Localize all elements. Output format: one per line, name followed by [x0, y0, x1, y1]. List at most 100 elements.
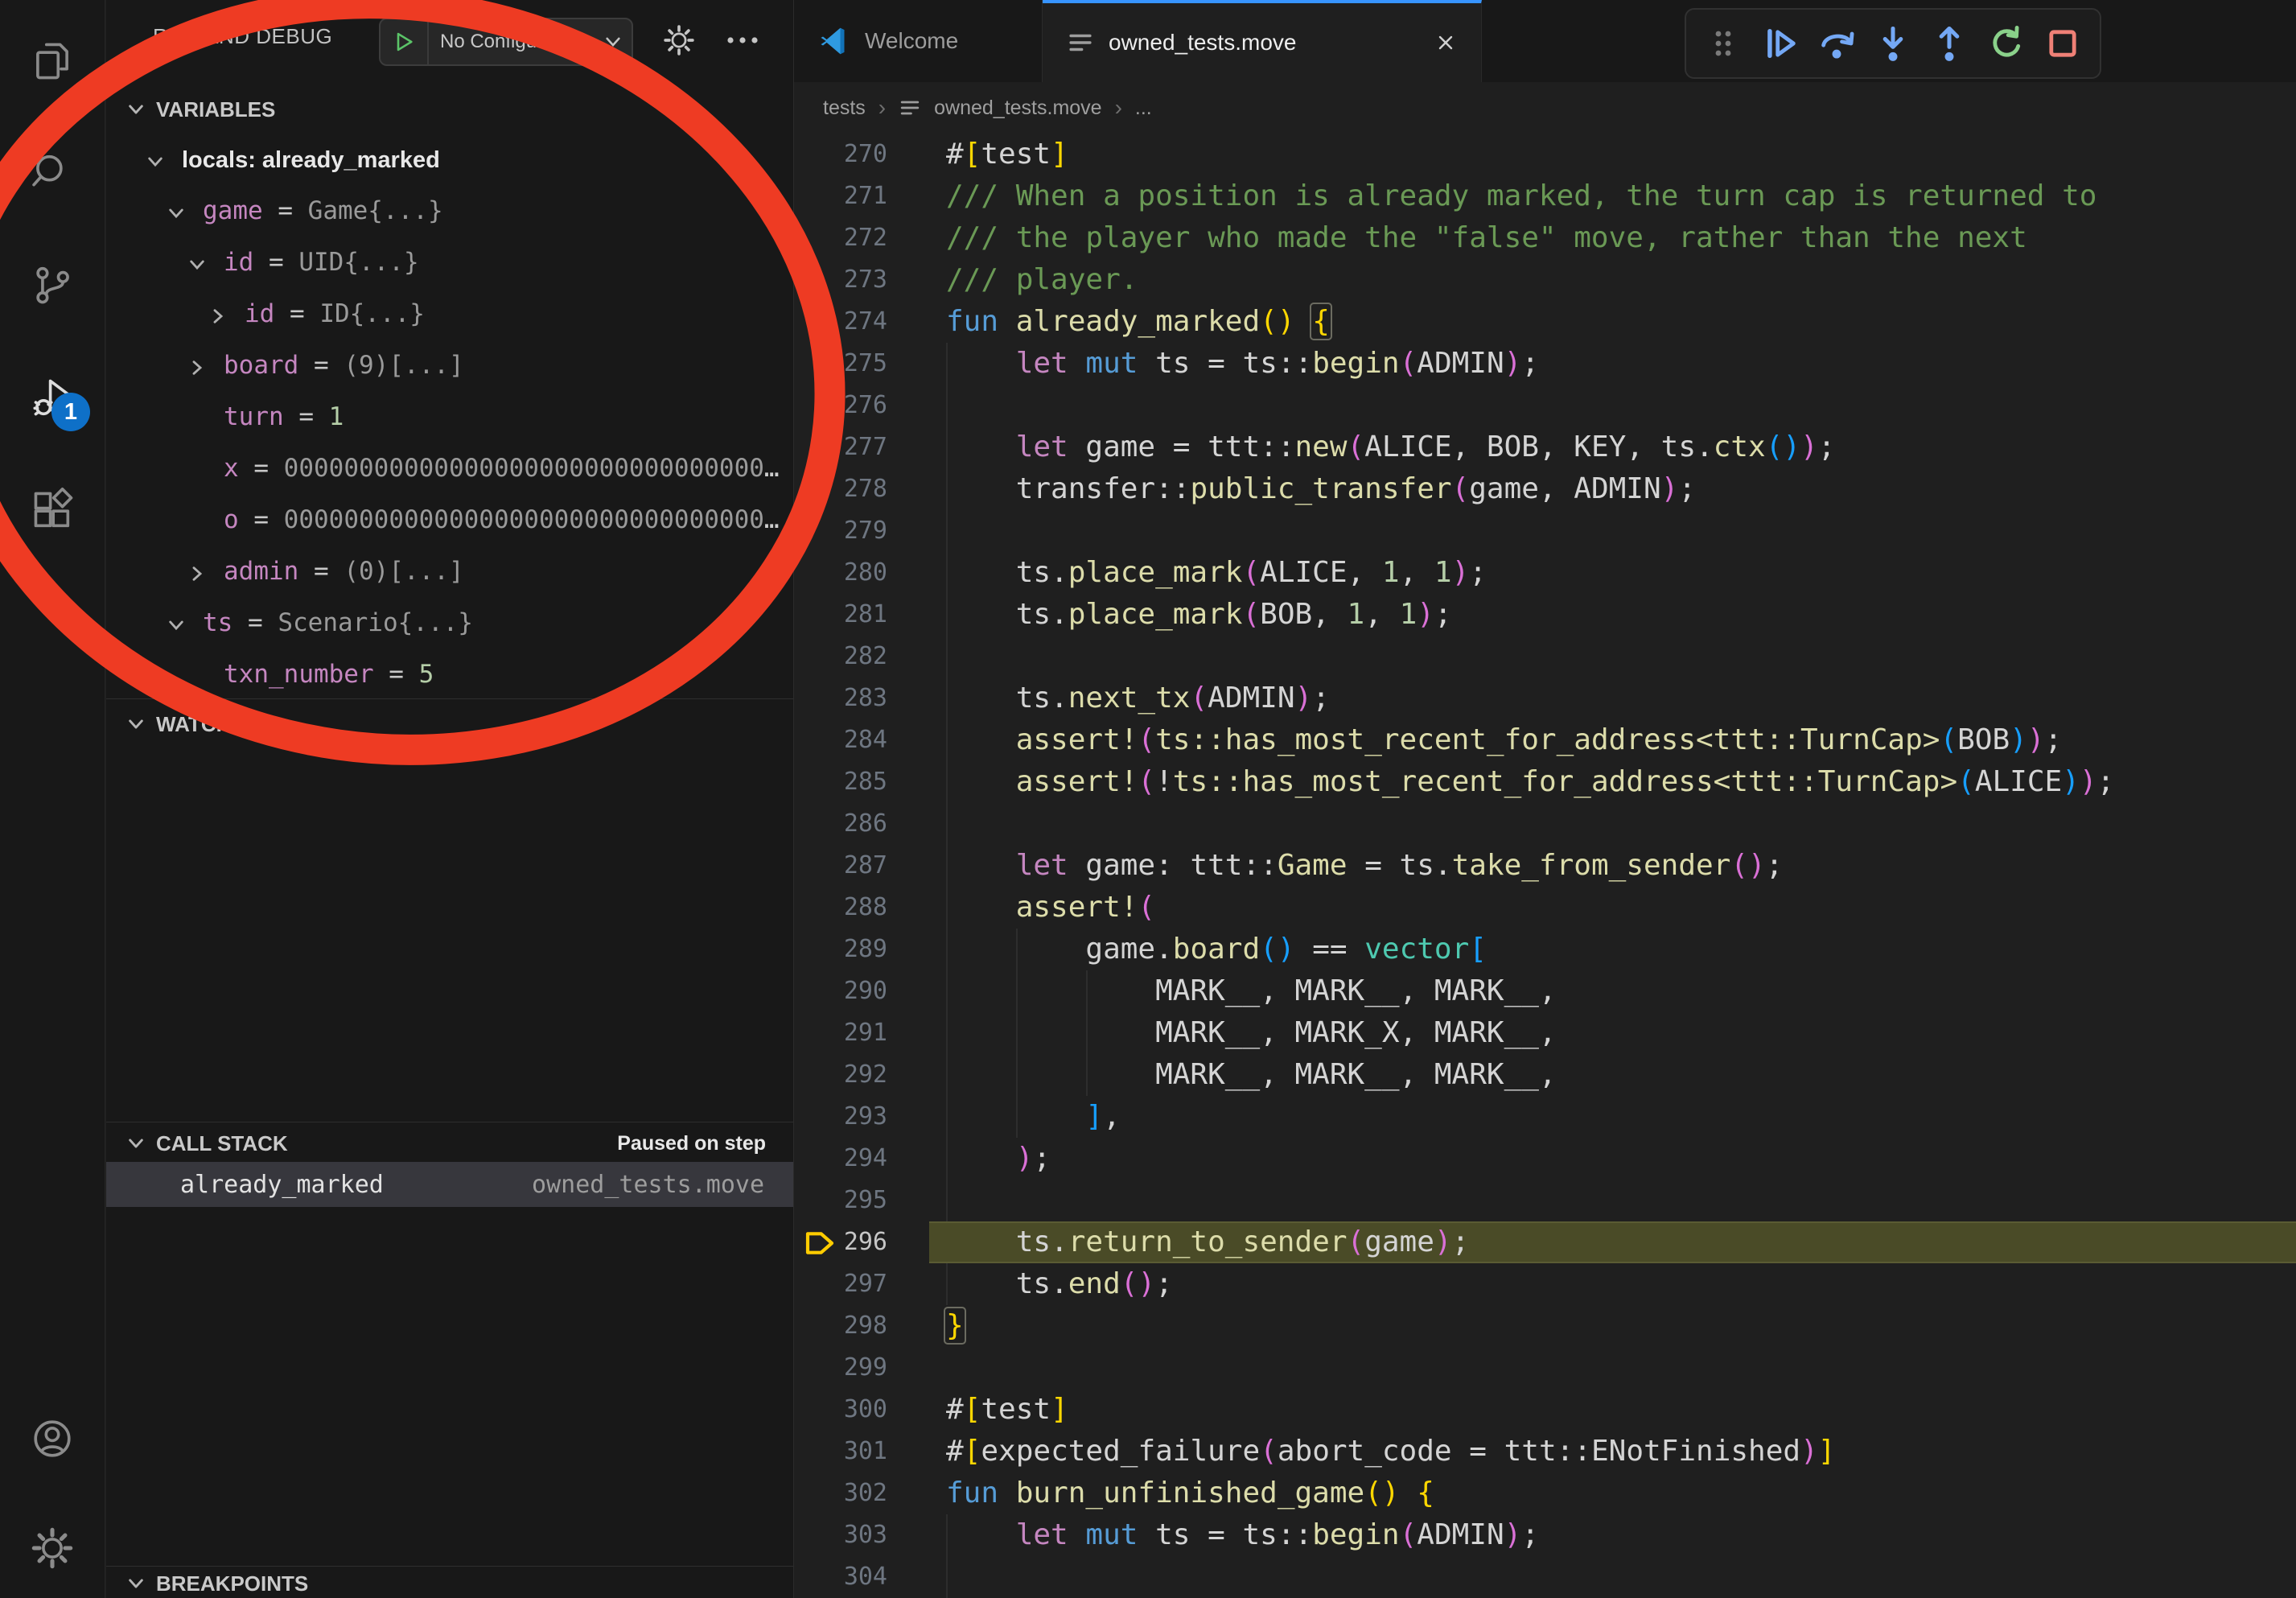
line-number[interactable]: 291 — [794, 1012, 887, 1054]
variable-row[interactable]: id = UID{...} — [106, 237, 793, 288]
step-out-icon[interactable] — [1930, 24, 1969, 63]
code-line[interactable]: 278 transfer::public_transfer(game, ADMI… — [794, 468, 2296, 510]
code-line[interactable]: 304 — [794, 1556, 2296, 1598]
line-number[interactable]: 278 — [794, 468, 887, 510]
code-line[interactable]: 288 assert!( — [794, 887, 2296, 929]
line-number[interactable]: 270 — [794, 134, 887, 175]
line-number[interactable]: 282 — [794, 636, 887, 678]
line-number[interactable]: 287 — [794, 845, 887, 887]
line-number[interactable]: 285 — [794, 761, 887, 803]
chevron-down-icon[interactable] — [166, 187, 203, 237]
tab-welcome[interactable]: Welcome — [794, 0, 1043, 82]
search-icon[interactable] — [0, 126, 105, 219]
code-line[interactable]: 282 — [794, 636, 2296, 678]
line-number[interactable]: 297 — [794, 1263, 887, 1305]
code-line[interactable]: 276 — [794, 385, 2296, 426]
line-number[interactable]: 300 — [794, 1389, 887, 1431]
line-number[interactable]: 280 — [794, 552, 887, 594]
tab-owned-tests-move[interactable]: owned_tests.move — [1043, 0, 1482, 82]
call-stack-frame[interactable]: already_markedowned_tests.move — [106, 1162, 793, 1207]
line-number[interactable]: 295 — [794, 1180, 887, 1221]
line-number[interactable]: 289 — [794, 929, 887, 970]
line-number[interactable]: 274 — [794, 301, 887, 343]
code-line[interactable]: 290 MARK__, MARK__, MARK__, — [794, 970, 2296, 1012]
line-number[interactable]: 288 — [794, 887, 887, 929]
toolbar-drag-grip[interactable] — [1704, 24, 1743, 63]
code-line[interactable]: 286 — [794, 803, 2296, 845]
line-number[interactable]: 296 — [794, 1221, 887, 1263]
line-number[interactable]: 275 — [794, 343, 887, 385]
debug-start-button[interactable] — [381, 19, 429, 64]
breadcrumb-item-folder[interactable]: tests — [823, 97, 866, 120]
variable-row[interactable]: turn = 1 — [106, 391, 793, 443]
code-line[interactable]: 275 let mut ts = ts::begin(ADMIN); — [794, 343, 2296, 385]
continue-icon[interactable] — [1761, 24, 1800, 63]
breadcrumb-item-symbol[interactable]: ... — [1135, 97, 1152, 120]
line-number[interactable]: 292 — [794, 1054, 887, 1096]
variable-row[interactable]: o = 000000000000000000000000000000000000… — [106, 494, 793, 546]
source-control-icon[interactable] — [0, 238, 105, 332]
line-number[interactable]: 294 — [794, 1138, 887, 1180]
watch-section-header[interactable]: WATCH — [106, 702, 793, 747]
code-line[interactable]: 279 — [794, 510, 2296, 552]
line-number[interactable]: 281 — [794, 594, 887, 636]
chevron-right-icon[interactable] — [187, 341, 224, 392]
code-line[interactable]: 292 MARK__, MARK__, MARK__, — [794, 1054, 2296, 1096]
line-number[interactable]: 272 — [794, 217, 887, 259]
code-line[interactable]: 300#[test] — [794, 1389, 2296, 1431]
chevron-right-icon[interactable] — [208, 290, 245, 340]
chevron-right-icon[interactable] — [187, 547, 224, 598]
code-line[interactable]: 287 let game: ttt::Game = ts.take_from_s… — [794, 845, 2296, 887]
line-number[interactable]: 273 — [794, 259, 887, 301]
code-line[interactable]: 294 ); — [794, 1138, 2296, 1180]
code-line[interactable]: 270#[test] — [794, 134, 2296, 175]
restart-icon[interactable] — [1987, 24, 2026, 63]
code-line[interactable]: 298} — [794, 1305, 2296, 1347]
variable-row[interactable]: game = Game{...} — [106, 185, 793, 237]
code-line[interactable]: 291 MARK__, MARK_X, MARK__, — [794, 1012, 2296, 1054]
code-line[interactable]: 301#[expected_failure(abort_code = ttt::… — [794, 1431, 2296, 1472]
debug-config-dropdown-label[interactable]: No Configurati — [429, 31, 603, 53]
run-and-debug-icon[interactable] — [0, 351, 105, 444]
close-tab-icon[interactable] — [1434, 31, 1457, 54]
chevron-down-icon[interactable] — [187, 238, 224, 289]
code-line[interactable]: 271/// When a position is already marked… — [794, 175, 2296, 217]
code-line-current[interactable]: 296 ts.return_to_sender(game); — [794, 1221, 2296, 1263]
line-number[interactable]: 301 — [794, 1431, 887, 1472]
line-number[interactable]: 302 — [794, 1472, 887, 1514]
stop-icon[interactable] — [2043, 24, 2082, 63]
code-line[interactable]: 283 ts.next_tx(ADMIN); — [794, 678, 2296, 719]
more-actions-icon[interactable] — [724, 32, 761, 52]
line-number[interactable]: 298 — [794, 1305, 887, 1347]
line-number[interactable]: 279 — [794, 510, 887, 552]
extensions-icon[interactable] — [0, 463, 105, 557]
line-number[interactable]: 277 — [794, 426, 887, 468]
breakpoints-section-header[interactable]: BREAKPOINTS — [106, 1569, 793, 1598]
code-line[interactable]: 285 assert!(!ts::has_most_recent_for_add… — [794, 761, 2296, 803]
code-line[interactable]: 295 — [794, 1180, 2296, 1221]
variable-row[interactable]: admin = (0)[...] — [106, 546, 793, 597]
variable-row[interactable]: x = 000000000000000000000000000000000000… — [106, 443, 793, 494]
line-number[interactable]: 284 — [794, 719, 887, 761]
code-line[interactable]: 274fun already_marked() { — [794, 301, 2296, 343]
chevron-down-icon[interactable] — [145, 135, 182, 186]
line-number[interactable]: 276 — [794, 385, 887, 426]
code-line[interactable]: 280 ts.place_mark(ALICE, 1, 1); — [794, 552, 2296, 594]
step-into-icon[interactable] — [1874, 24, 1912, 63]
variable-scope-row[interactable]: locals: already_marked — [106, 134, 793, 185]
variable-row[interactable]: board = (9)[...] — [106, 340, 793, 391]
variable-row[interactable]: txn_number = 5 — [106, 649, 793, 700]
step-over-icon[interactable] — [1817, 24, 1856, 63]
chevron-down-icon[interactable] — [166, 599, 203, 649]
settings-gear-icon[interactable] — [0, 1501, 105, 1595]
code-line[interactable]: 272/// the player who made the "false" m… — [794, 217, 2296, 259]
code-line[interactable]: 277 let game = ttt::new(ALICE, BOB, KEY,… — [794, 426, 2296, 468]
variables-section-header[interactable]: VARIABLES — [106, 87, 793, 132]
variable-row[interactable]: id = ID{...} — [106, 288, 793, 340]
breadcrumb-item-file[interactable]: owned_tests.move — [934, 97, 1101, 120]
code-line[interactable]: 289 game.board() == vector[ — [794, 929, 2296, 970]
code-line[interactable]: 302fun burn_unfinished_game() { — [794, 1472, 2296, 1514]
code-line[interactable]: 299 — [794, 1347, 2296, 1389]
code-line[interactable]: 284 assert!(ts::has_most_recent_for_addr… — [794, 719, 2296, 761]
line-number[interactable]: 290 — [794, 970, 887, 1012]
